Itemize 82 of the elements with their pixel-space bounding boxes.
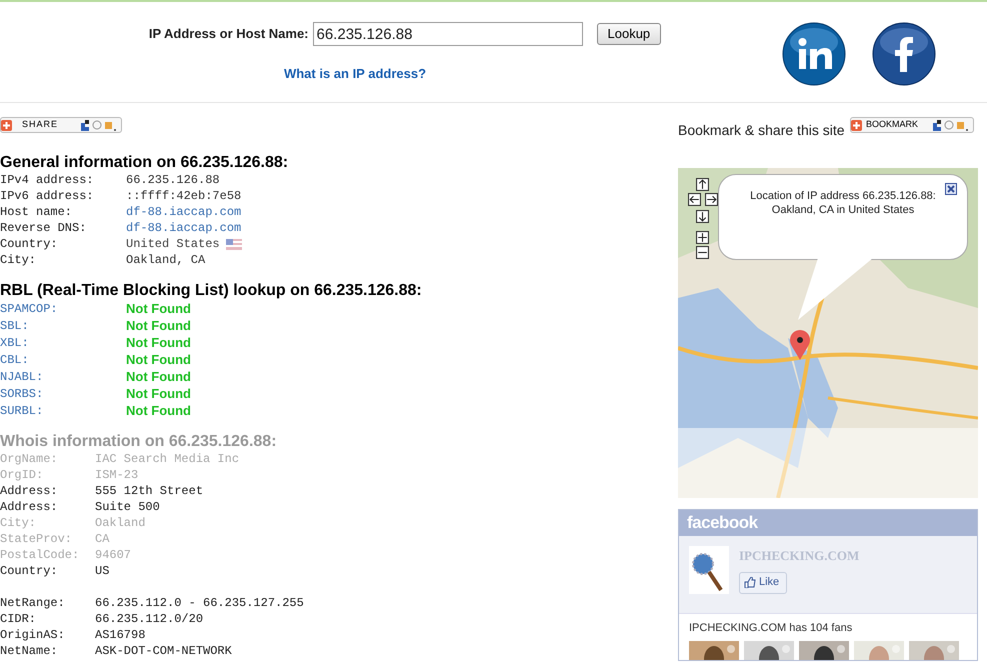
service-icons (81, 120, 117, 130)
field-label: Country: (0, 563, 59, 579)
bookmark-button[interactable]: BOOKMARK (850, 117, 974, 133)
plus-icon (1, 120, 12, 130)
field-label: Reverse DNS: (0, 220, 88, 236)
list-name: SORBS: (0, 386, 44, 402)
field-value: ISM-23 (95, 467, 138, 483)
lookup-button[interactable]: Lookup (596, 23, 662, 45)
pan-up-icon[interactable] (696, 178, 709, 191)
field-label: NetRange: (0, 595, 66, 611)
field-value: ASK-DOT-COM-NETWORK (95, 643, 232, 659)
thumbs-up-icon (744, 577, 756, 588)
list-name: CBL: (0, 352, 30, 368)
field-label: City: (0, 515, 38, 531)
field-label: NetName: (0, 643, 59, 659)
section-heading: RBL (Real-Time Blocking List) lookup on 66.235.126.88: (0, 282, 423, 300)
list-name: NJABL: (0, 368, 44, 384)
field-value: Suite 500 (95, 499, 160, 515)
share-button[interactable]: SHARE (0, 117, 122, 133)
section-heading: Whois information on 66.235.126.88: (0, 433, 278, 451)
close-icon[interactable] (945, 183, 957, 195)
field-label: OrgName: (0, 451, 59, 467)
help-link[interactable]: What is an IP address? (284, 64, 426, 84)
pan-down-icon[interactable] (696, 210, 709, 223)
host-input-field[interactable]: 66.235.126.88 (312, 22, 582, 46)
zoom-out-icon[interactable] (696, 246, 709, 259)
bookmark-text: Bookmark & share this site (678, 120, 845, 140)
field-label: StateProv: (0, 531, 74, 547)
popup-text: Location of IP address 66.235.126.88: (750, 189, 936, 203)
list-name: SPAMCOP: (0, 300, 59, 316)
field-value: US (95, 563, 110, 579)
field-label: CIDR: (0, 611, 38, 627)
list-name: XBL: (0, 334, 30, 350)
field-label: IPv6 address: (0, 188, 95, 204)
fans-count-text: IPCHECKING.COM has 104 fans (689, 621, 854, 636)
magnifier-icon (689, 546, 729, 594)
status-text: Not Found (126, 350, 191, 369)
field-value: AS16798 (95, 627, 146, 643)
field-label: PostalCode: (0, 547, 80, 563)
status-text: Not Found (126, 334, 191, 352)
flag-icon (226, 238, 242, 250)
list-name: SBL: (0, 318, 30, 334)
field-label: Host name: (0, 204, 74, 220)
field-label: OrgID: (0, 467, 44, 483)
field-value: 66.235.126.88 (126, 172, 220, 188)
field-value: 66.235.112.0/20 (95, 611, 204, 627)
status-text: Not Found (126, 300, 191, 318)
zoom-in-icon[interactable] (696, 231, 709, 244)
field-value: 555 12th Street (95, 483, 204, 499)
plus-icon (851, 120, 862, 130)
host-link[interactable]: df-88.iaccap.com (126, 220, 242, 236)
status-text: Not Found (126, 384, 191, 403)
pan-right-icon[interactable] (705, 193, 718, 206)
field-label: IPv4 address: (0, 172, 95, 188)
field-value: 94607 (95, 547, 132, 563)
section-heading: General information on 66.235.126.88: (0, 154, 290, 172)
facebook-header: facebook (679, 510, 977, 536)
pan-left-icon[interactable] (688, 193, 701, 206)
status-text: Not Found (126, 368, 191, 386)
list-name: SURBL: (0, 402, 44, 418)
field-label: City: (0, 252, 38, 268)
field-value: United States (126, 236, 220, 252)
field-value: ::ffff:42eb:7e58 (126, 188, 242, 204)
service-icons (933, 120, 969, 130)
field-label: Address: (0, 483, 59, 499)
like-button[interactable]: Like (739, 572, 787, 594)
field-value: Oakland (95, 515, 146, 531)
linkedin-logo[interactable] (782, 22, 846, 86)
field-value: IAC Search Media Inc (95, 451, 240, 467)
field-label: IP Address or Host Name: (148, 25, 308, 44)
status-text: Not Found (126, 316, 191, 335)
status-text: Not Found (126, 402, 191, 420)
field-label: OriginAS: (0, 627, 66, 643)
field-label: Address: (0, 499, 59, 515)
host-link[interactable]: df-88.iaccap.com (126, 204, 242, 220)
field-label: Country: (0, 236, 59, 252)
popup-text: Oakland, CA in United States (772, 203, 914, 217)
facebook-logo[interactable] (872, 22, 936, 86)
map-pin-icon (790, 330, 810, 360)
field-value: 66.235.112.0 - 66.235.127.255 (95, 595, 304, 611)
field-value: Oakland, CA (126, 252, 206, 268)
field-value: CA (95, 531, 110, 547)
